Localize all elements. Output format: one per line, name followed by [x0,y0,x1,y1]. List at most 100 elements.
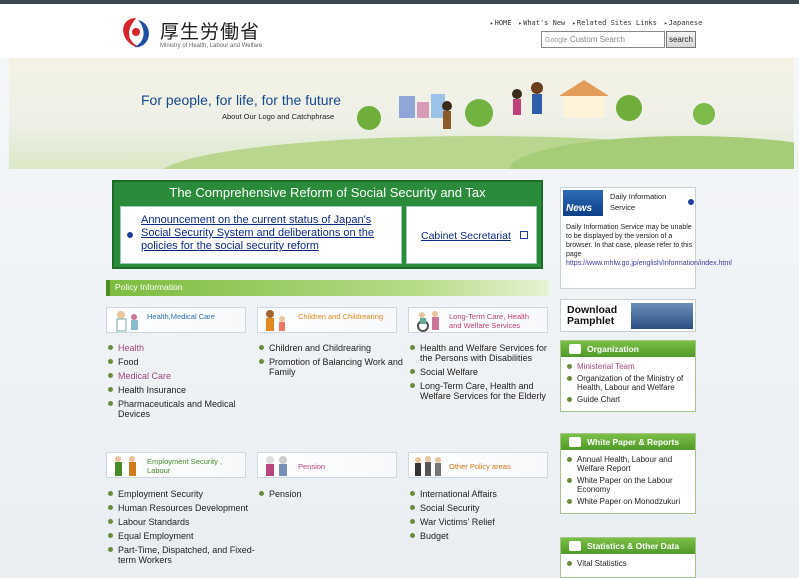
site-header: 厚生労働省 Ministry of Health, Labour and Wel… [0,4,799,58]
statistics-header-text: Statistics & Other Data [587,541,680,551]
children-links: Children and Childrearing Promotion of B… [259,343,407,381]
category-label: Long-Term Care, Health and Welfare Servi… [449,312,530,330]
whitepaper-box: White Paper & Reports Annual Health, Lab… [560,433,696,514]
link-employment-security[interactable]: Employment Security [108,489,256,499]
search-input[interactable]: Google Custom Search [541,31,665,48]
hero-illustration [163,80,794,169]
search-placeholder: Custom Search [569,35,625,44]
category-label: Health,Medical Care [147,312,215,321]
link-health[interactable]: Health [108,343,256,353]
organization-box: Organization Ministerial Team Organizati… [560,340,696,412]
policy-header: Policy Information [106,280,549,296]
link-disabilities[interactable]: Health and Welfare Services for the Pers… [410,343,558,363]
link-ministerial-team[interactable]: Ministerial Team [567,362,691,371]
hero-banner: For people, for life, for the future Abo… [9,58,794,169]
ministry-logo-icon [123,18,149,48]
book-icon [569,437,581,447]
organization-header: Organization [561,341,695,357]
statistics-box: Statistics & Other Data Vital Statistics [560,537,696,578]
nav-home[interactable]: HOME [490,19,512,27]
organization-icon [569,344,581,354]
category-pension[interactable]: Pension [257,452,397,478]
link-guide-chart[interactable]: Guide Chart [567,395,691,404]
policy-header-text: Policy Information [115,282,183,292]
wheelchair-icon [417,311,439,332]
employment-links: Employment Security Human Resources Deve… [108,489,256,569]
statistics-header: Statistics & Other Data [561,538,695,554]
external-link-icon [520,231,528,239]
category-other[interactable]: Other Policy areas [408,452,548,478]
news-body: Daily Information Service may be unable … [566,223,732,268]
category-label: Other Policy areas [449,462,511,471]
link-pharmaceuticals[interactable]: Pharmaceuticals and Medical Devices [108,399,256,419]
category-label: Employment Security , Labour [147,457,223,475]
link-vital-statistics[interactable]: Vital Statistics [567,559,691,568]
search-button[interactable]: search [666,31,696,48]
link-labour-economy[interactable]: White Paper on the Labour Economy [567,476,691,494]
search-brand: Google [545,37,568,44]
link-food[interactable]: Food [108,357,256,367]
health-links: Health Food Medical Care Health Insuranc… [108,343,256,423]
link-elderly[interactable]: Long-Term Care, Health and Welfare Servi… [410,381,558,401]
nav-whats-new[interactable]: What's New [518,19,565,27]
download-pamphlet-label: Download Pamphlet [567,304,618,327]
elderly-couple-icon [266,456,287,476]
people-group-icon [415,456,441,476]
link-monodzukuri[interactable]: White Paper on Monodzukuri [567,497,691,506]
category-label: Children and Childrearing [298,312,384,321]
news-panel: News Daily Information Service Daily Inf… [560,187,732,289]
link-part-time[interactable]: Part-Time, Dispatched, and Fixed-term Wo… [108,545,256,565]
link-work-family[interactable]: Promotion of Balancing Work and Family [259,357,407,377]
whitepaper-header: White Paper & Reports [561,434,695,450]
cabinet-secretariat-link[interactable]: Cabinet Secretariat [421,230,511,242]
ministry-logo[interactable]: 厚生労働省 Ministry of Health, Labour and Wel… [118,14,278,56]
nav-japanese[interactable]: Japanese [664,19,703,27]
link-children[interactable]: Children and Childrearing [259,343,407,353]
category-children[interactable]: Children and Childrearing [257,307,397,333]
link-pension[interactable]: Pension [259,489,407,499]
news-url-link[interactable]: https://www.mhlw.go.jp/english/Informati… [566,260,732,267]
nav-related-sites[interactable]: Related Sites Links [572,19,657,27]
category-employment[interactable]: Employment Security , Labour [106,452,246,478]
link-social-welfare[interactable]: Social Welfare [410,367,558,377]
care-links: Health and Welfare Services for the Pers… [410,343,558,405]
logo-english-text: Ministry of Health, Labour and Welfare [160,43,263,49]
pension-links: Pension [259,489,407,503]
category-label: Pension [298,462,326,471]
category-longterm-care[interactable]: Long-Term Care, Health and Welfare Servi… [408,307,548,333]
bullet-icon [127,232,133,238]
daily-info-link[interactable]: Daily Information Service [610,191,688,213]
hero-logo-link[interactable]: About Our Logo and Catchphrase [222,112,334,121]
workers-icon [115,456,136,476]
link-medical-care[interactable]: Medical Care [108,371,256,381]
download-pamphlet-banner[interactable]: Download Pamphlet [560,299,696,332]
reform-announcement-link[interactable]: Announcement on the current status of Ja… [141,214,396,253]
link-international[interactable]: International Affairs [410,489,558,499]
whitepaper-header-text: White Paper & Reports [587,437,680,447]
link-hr-development[interactable]: Human Resources Development [108,503,256,513]
reform-panel: The Comprehensive Reform of Social Secur… [112,180,543,269]
whitepaper-links: Annual Health, Labour and Welfare Report… [561,450,695,513]
other-links: International Affairs Social Security Wa… [410,489,558,545]
link-annual-report[interactable]: Annual Health, Labour and Welfare Report [567,455,691,473]
link-equal-employment[interactable]: Equal Employment [108,531,256,541]
bullet-icon [688,199,694,205]
chart-icon [569,541,581,551]
top-nav: HOME What's New Related Sites Links Japa… [490,19,703,27]
doctor-icon [116,311,138,332]
link-war-victims[interactable]: War Victims' Relief [410,517,558,527]
link-budget[interactable]: Budget [410,531,558,541]
link-labour-standards[interactable]: Labour Standards [108,517,256,527]
family-icon [266,310,285,331]
page: 厚生労働省 Ministry of Health, Labour and Wel… [0,0,799,578]
hero-title: For people, for life, for the future [141,92,341,108]
news-badge: News [563,190,603,216]
link-health-insurance[interactable]: Health Insurance [108,385,256,395]
organization-header-text: Organization [587,344,639,354]
link-social-security[interactable]: Social Security [410,503,558,513]
organization-links: Ministerial Team Organization of the Min… [561,357,695,411]
link-organization[interactable]: Organization of the Ministry of Health, … [567,374,691,392]
cabinet-secretariat-card[interactable]: Cabinet Secretariat [406,206,537,264]
reform-announcement-card[interactable]: Announcement on the current status of Ja… [120,206,402,264]
category-health[interactable]: Health,Medical Care [106,307,246,333]
